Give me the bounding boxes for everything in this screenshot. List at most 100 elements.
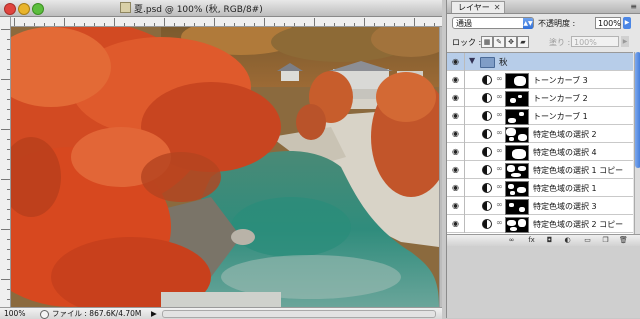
fill-label: 塗り :: [549, 38, 571, 47]
eye-icon[interactable]: ◉: [450, 57, 461, 66]
zoom-window-button[interactable]: [32, 3, 44, 15]
layer-mask-thumbnail[interactable]: [505, 127, 529, 143]
link-layers-icon[interactable]: ∞: [507, 236, 516, 244]
link-icon[interactable]: ∞: [496, 164, 503, 173]
fill-field[interactable]: 100%: [571, 36, 619, 47]
layer-row[interactable]: ◉ ∞ トーンカーブ 1: [447, 107, 633, 125]
adjustment-layer-icon: [482, 129, 492, 139]
link-icon[interactable]: ∞: [496, 110, 503, 119]
new-layer-icon[interactable]: ❐: [601, 236, 610, 244]
folder-icon: [480, 57, 495, 68]
document-titlebar[interactable]: 夏.psd @ 100% (秋, RGB/8#): [0, 0, 442, 17]
layer-name: 特定色域の選択 1 コピー: [533, 166, 624, 175]
eye-icon[interactable]: ◉: [450, 75, 461, 84]
lock-position-icon[interactable]: ✥: [505, 36, 517, 48]
layer-row[interactable]: ◉ ∞ 特定色域の選択 4: [447, 143, 633, 161]
trash-icon[interactable]: 🗑: [619, 236, 628, 244]
eye-icon[interactable]: ◉: [450, 93, 461, 102]
ruler-tick: [234, 23, 235, 26]
canvas-horizontal-scrollbar[interactable]: [162, 310, 436, 318]
ruler-tick: [194, 23, 195, 26]
ruler-tick: [124, 23, 125, 26]
zoom-level[interactable]: 100%: [4, 308, 25, 319]
link-icon[interactable]: ∞: [496, 92, 503, 101]
ruler-tick: [64, 18, 65, 26]
layer-row[interactable]: ◉ ∞ トーンカーブ 2: [447, 89, 633, 107]
layer-mask-thumbnail[interactable]: [505, 91, 529, 107]
layer-mask-thumbnail[interactable]: [505, 109, 529, 125]
ruler-tick: [274, 23, 275, 26]
ruler-tick: [374, 23, 375, 26]
link-icon[interactable]: ∞: [496, 74, 503, 83]
canvas-vertical-scrollbar[interactable]: [440, 27, 442, 307]
ruler-tick: [7, 159, 10, 160]
layer-mask-thumbnail[interactable]: [505, 217, 529, 233]
ruler-tick: [414, 18, 415, 26]
layer-name: 特定色域の選択 4: [533, 148, 597, 157]
layer-mask-thumbnail[interactable]: [505, 199, 529, 215]
ruler-tick: [7, 219, 10, 220]
layer-name: 特定色域の選択 2: [533, 130, 597, 139]
status-menu-arrow-icon[interactable]: ▶: [151, 308, 157, 319]
close-tab-icon[interactable]: ✕: [494, 3, 501, 12]
lock-label: ロック :: [452, 38, 482, 47]
layer-mask-thumbnail[interactable]: [505, 163, 529, 179]
eye-icon[interactable]: ◉: [450, 183, 461, 192]
eye-icon[interactable]: ◉: [450, 147, 461, 156]
layer-group-row[interactable]: ◉ ▼ 秋: [447, 53, 633, 71]
layer-row[interactable]: ◉ ∞ 特定色域の選択 1: [447, 179, 633, 197]
layer-mask-thumbnail[interactable]: [505, 145, 529, 161]
ruler-tick: [104, 23, 105, 26]
minimize-window-button[interactable]: [18, 3, 30, 15]
link-icon[interactable]: ∞: [496, 200, 503, 209]
eye-icon[interactable]: ◉: [450, 201, 461, 210]
link-icon[interactable]: ∞: [496, 146, 503, 155]
file-size-info: ファイル : 867.6K/4.70M: [52, 309, 142, 318]
layer-mask-thumbnail[interactable]: [505, 73, 529, 89]
ruler-tick: [334, 23, 335, 26]
lock-image-icon[interactable]: ✎: [493, 36, 505, 48]
group-icon[interactable]: ▭: [583, 236, 592, 244]
fx-icon[interactable]: fx: [527, 236, 536, 244]
fill-slider-arrow-icon[interactable]: ▶: [621, 36, 629, 47]
opacity-field[interactable]: 100%: [595, 17, 621, 29]
ruler-tick: [7, 249, 10, 250]
link-icon[interactable]: ∞: [496, 128, 503, 137]
mask-highlight: [508, 118, 516, 123]
layer-row[interactable]: ◉ ∞ 特定色域の選択 2 コピー: [447, 215, 633, 233]
adjustment-layer-icon: [482, 219, 492, 229]
vertical-ruler[interactable]: [0, 17, 11, 307]
layer-row[interactable]: ◉ ∞ 特定色域の選択 2: [447, 125, 633, 143]
eye-icon[interactable]: ◉: [450, 129, 461, 138]
layer-row[interactable]: ◉ ∞ トーンカーブ 3: [447, 71, 633, 89]
expand-triangle-icon[interactable]: ▼: [469, 56, 475, 65]
horizontal-ruler[interactable]: [10, 17, 442, 27]
lock-all-icon[interactable]: ▰: [517, 36, 529, 48]
eye-icon[interactable]: ◉: [450, 219, 461, 228]
blend-mode-select[interactable]: 通過 ▲▼: [452, 17, 534, 29]
link-icon[interactable]: ∞: [496, 218, 503, 227]
layer-mask-thumbnail[interactable]: [505, 181, 529, 197]
divider: [464, 71, 465, 89]
divider: [464, 107, 465, 125]
adjustment-layer-icon[interactable]: ◐: [563, 236, 572, 244]
close-window-button[interactable]: [4, 3, 16, 15]
mask-highlight: [514, 76, 526, 86]
mask-highlight: [508, 184, 514, 189]
eye-icon[interactable]: ◉: [450, 111, 461, 120]
layer-list-scroll-thumb[interactable]: [635, 52, 640, 168]
panel-menu-icon[interactable]: ≡: [630, 2, 637, 11]
link-icon[interactable]: ∞: [496, 182, 503, 191]
ruler-tick: [154, 23, 155, 26]
ruler-tick: [1, 29, 10, 30]
layer-list-scrollbar[interactable]: [634, 52, 640, 234]
layer-row[interactable]: ◉ ∞ 特定色域の選択 1 コピー: [447, 161, 633, 179]
ruler-tick: [364, 18, 365, 26]
add-mask-icon[interactable]: ◘: [545, 236, 554, 244]
tab-layers[interactable]: レイヤー ✕: [451, 1, 506, 13]
canvas-photo[interactable]: [11, 27, 439, 307]
layer-row[interactable]: ◉ ∞ 特定色域の選択 3: [447, 197, 633, 215]
lock-transparency-icon[interactable]: ▦: [481, 36, 493, 48]
eye-icon[interactable]: ◉: [450, 165, 461, 174]
opacity-slider-arrow-icon[interactable]: ▶: [623, 17, 631, 29]
